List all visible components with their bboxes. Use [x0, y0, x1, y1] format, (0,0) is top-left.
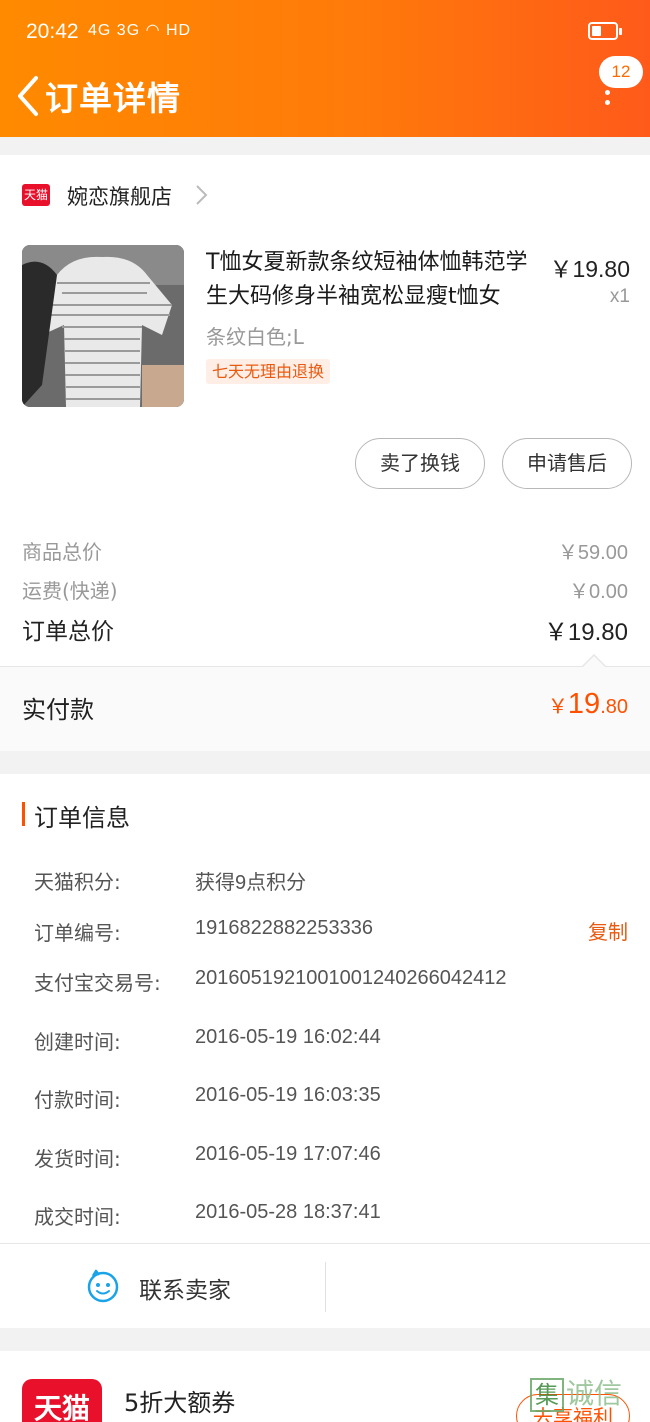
info-value-created: 2016-05-19 16:02:44	[195, 1026, 381, 1048]
battery-icon	[588, 22, 622, 40]
goods-total-label: 商品总价	[22, 540, 102, 564]
goods-total-value: ￥59.00	[557, 542, 628, 564]
watermark-text: 诚信	[566, 1377, 623, 1410]
promo-text: 5折大额券	[124, 1389, 236, 1417]
after-sale-button[interactable]: 申请售后	[502, 438, 632, 489]
info-label-alipay-no: 支付宝交易号:	[34, 971, 161, 995]
info-label-paid-time: 付款时间:	[34, 1088, 121, 1112]
wifi-icon: ◠	[145, 22, 166, 39]
contact-seller-button[interactable]: 联系卖家	[139, 1271, 231, 1305]
pointer-notch-fill	[583, 656, 605, 667]
info-value-order-no: 1916822882253336	[195, 917, 373, 939]
product-title[interactable]: T恤女夏新款条纹短袖体恤韩范学生大码修身半袖宽松显瘦t恤女	[206, 246, 536, 314]
chat-icon[interactable]	[86, 1269, 120, 1303]
status-bar: 20:42 4G 3G ◠ HD	[0, 0, 650, 66]
watermark-box: 集	[530, 1378, 564, 1412]
order-total-label: 订单总价	[22, 619, 114, 645]
order-info-title: 订单信息	[34, 804, 130, 832]
tmall-promo-logo: 天猫	[22, 1379, 102, 1422]
shipping-label: 运费(快递)	[22, 579, 118, 603]
info-label-points: 天猫积分:	[34, 870, 121, 894]
info-value-completed: 2016-05-28 18:37:41	[195, 1201, 381, 1223]
tmall-logo-icon: 天猫	[22, 184, 50, 206]
info-value-shipped: 2016-05-19 17:07:46	[195, 1143, 381, 1165]
page-title: 订单详情	[45, 79, 181, 118]
return-policy-tag: 七天无理由退换	[206, 359, 331, 384]
more-options-icon[interactable]	[599, 88, 615, 112]
product-quantity: x1	[609, 286, 630, 307]
info-label-shipped: 发货时间:	[34, 1147, 121, 1171]
info-label-completed: 成交时间:	[34, 1205, 121, 1229]
info-label-created: 创建时间:	[34, 1030, 121, 1054]
product-price: ￥19.80	[549, 256, 630, 282]
watermark-logo: 集诚信	[530, 1372, 650, 1412]
product-sku: 条纹白色;L	[206, 325, 304, 349]
shop-name[interactable]: 婉恋旗舰店	[67, 181, 172, 211]
chevron-right-icon[interactable]	[194, 184, 208, 206]
section-accent-bar	[22, 802, 25, 826]
divider	[325, 1262, 326, 1312]
paid-label: 实付款	[22, 696, 94, 724]
paid-amount: ￥19.80	[548, 688, 628, 721]
paid-integer: 19	[567, 688, 601, 720]
signal-icon: 4G 3G ◠ HD	[88, 20, 191, 40]
product-image[interactable]	[22, 245, 184, 407]
back-arrow-icon[interactable]	[12, 74, 46, 118]
message-count-badge[interactable]: 12	[599, 56, 643, 88]
info-value-paid-time: 2016-05-19 16:03:35	[195, 1084, 381, 1106]
app-header: 20:42 4G 3G ◠ HD 订单详情 12	[0, 0, 650, 137]
info-value-alipay-no: 2016051921001001240266042412	[195, 967, 507, 989]
paid-decimal: .80	[600, 696, 628, 718]
info-label-order-no: 订单编号:	[34, 921, 121, 945]
shipping-value: ￥0.00	[569, 581, 628, 603]
wifi-label: HD	[166, 22, 192, 39]
info-value-points: 获得9点积分	[195, 872, 307, 894]
copy-order-no-button[interactable]: 复制	[588, 916, 628, 945]
sell-for-cash-button[interactable]: 卖了换钱	[355, 438, 485, 489]
paid-currency: ￥	[547, 696, 568, 718]
network-label: 4G 3G	[88, 22, 141, 39]
order-total-value: ￥19.80	[543, 619, 628, 646]
status-time: 20:42	[26, 20, 79, 43]
